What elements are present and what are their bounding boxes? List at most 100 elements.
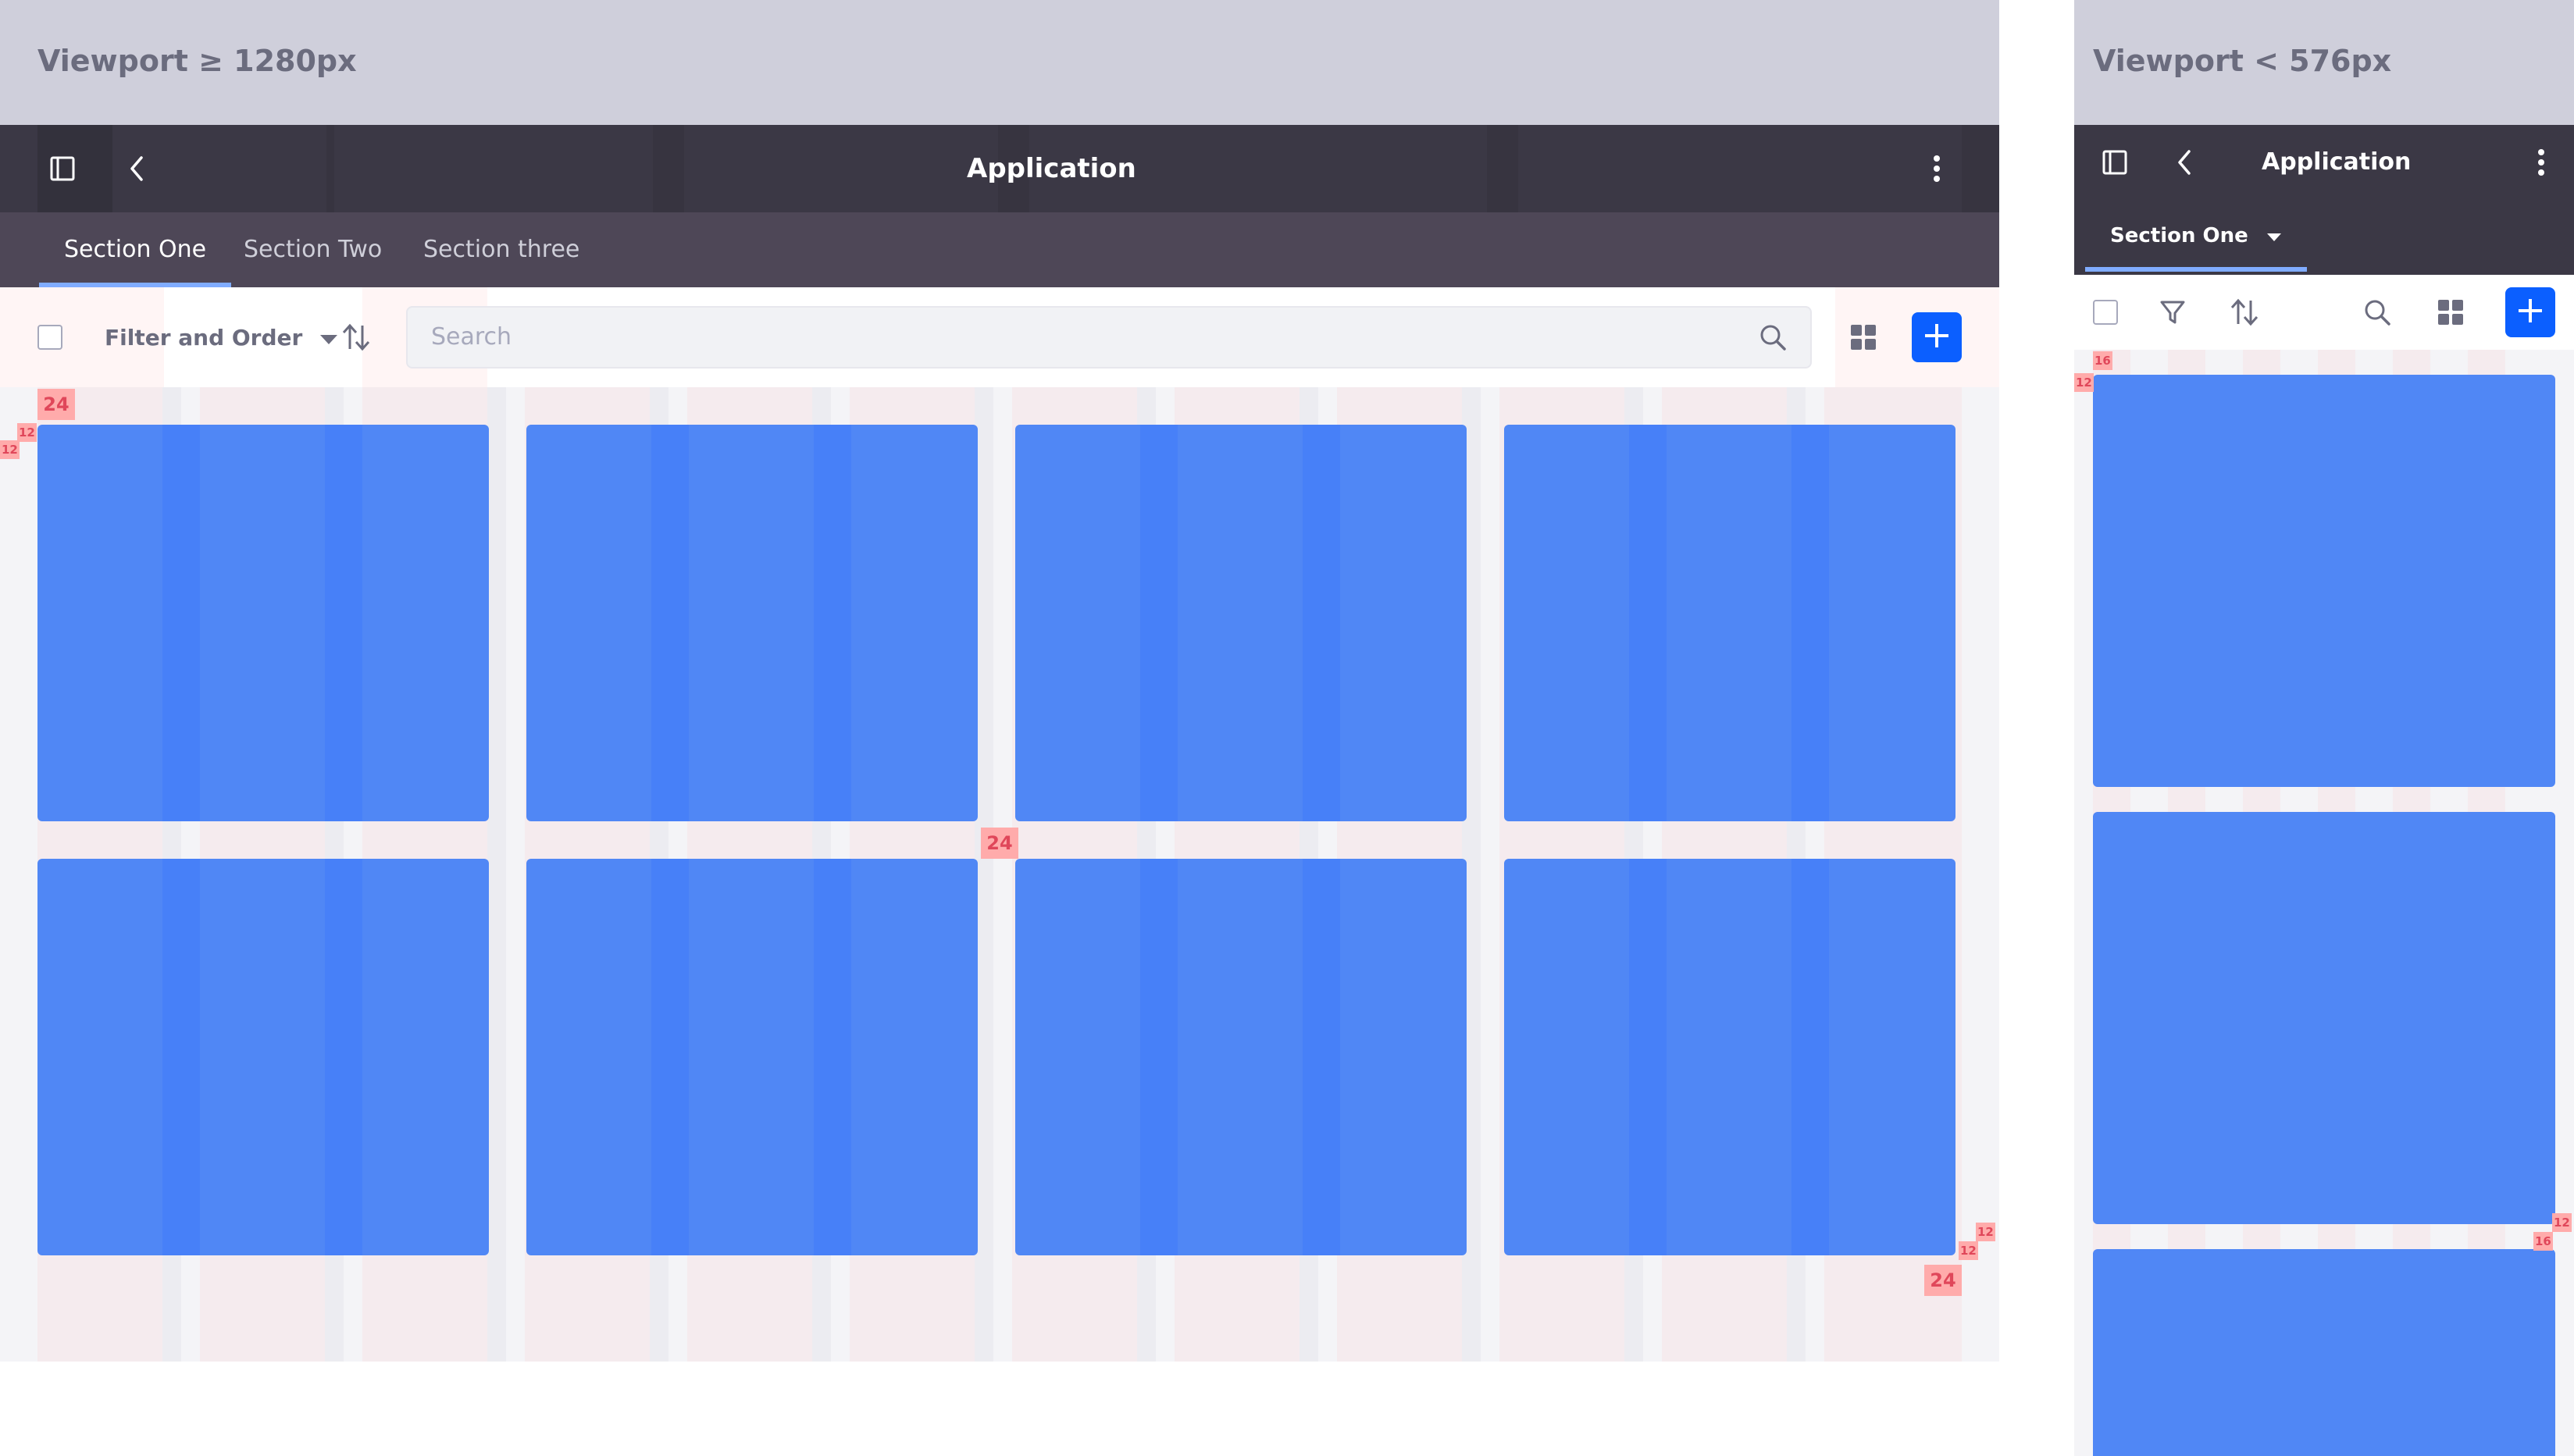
add-button[interactable]: [1912, 312, 1962, 362]
add-button[interactable]: [2505, 287, 2555, 337]
column-guide: [1487, 125, 1518, 212]
sort-button[interactable]: [334, 312, 378, 362]
card-item[interactable]: [1015, 859, 1467, 1255]
grid-view-icon: [1850, 324, 1877, 351]
column-guide: [814, 859, 851, 1255]
column-guide: [651, 859, 689, 1255]
column-guide: [1629, 859, 1667, 1255]
grid-view-button[interactable]: [1838, 312, 1888, 362]
spacing-annotation: 12: [2552, 1213, 2572, 1232]
column-guide: [1791, 425, 1829, 821]
app-title: Application: [967, 153, 1136, 184]
spacing-annotation: 12: [0, 440, 20, 459]
spacing-annotation: 16: [2533, 1232, 2553, 1251]
viewport-label-bar: Viewport ≥ 1280px: [0, 0, 1999, 125]
filter-and-order-label: Filter and Order: [105, 324, 303, 351]
card-item[interactable]: [2093, 375, 2555, 787]
column-guide: [326, 125, 334, 212]
back-button[interactable]: [116, 147, 159, 190]
more-options-button[interactable]: [2519, 141, 2563, 184]
viewport-label: Viewport ≥ 1280px: [37, 44, 357, 78]
search-box: [406, 306, 1812, 368]
sort-arrows-icon: [2229, 298, 2260, 326]
column-guide: [1629, 425, 1667, 821]
spacing-annotation: 12: [1959, 1241, 1978, 1260]
management-toolbar: Filter and Order: [0, 287, 1999, 387]
app-header: Application: [0, 125, 1999, 212]
card-grid: 24 12 12 24 12 12 24: [0, 387, 1999, 1362]
section-nav: Section One Section Two Section three: [0, 212, 1999, 287]
sort-arrows-icon: [340, 323, 372, 351]
column-guide: [162, 425, 200, 821]
sidebar-panel-icon: [2102, 149, 2128, 176]
chevron-left-icon: [126, 155, 149, 182]
filter-and-order-dropdown[interactable]: Filter and Order: [105, 312, 338, 362]
viewport-label: Viewport < 576px: [2093, 44, 2392, 78]
plus-icon: [1923, 322, 1951, 354]
search-icon: [2363, 298, 2391, 326]
card-item[interactable]: [2093, 812, 2555, 1224]
column-guide: [653, 125, 684, 212]
section-nav: Section One: [2074, 200, 2574, 275]
tab-section-three[interactable]: Section three: [423, 212, 579, 287]
spacing-annotation: 16: [2093, 351, 2112, 370]
spacing-annotation: 12: [17, 423, 37, 442]
chevron-left-icon: [2173, 149, 2197, 176]
sort-button[interactable]: [2223, 290, 2266, 334]
kebab-vertical-icon: [2537, 148, 2546, 176]
card-item[interactable]: [526, 859, 978, 1255]
management-toolbar: [2074, 275, 2574, 350]
tab-section-one[interactable]: Section One: [38, 212, 232, 287]
card-item[interactable]: [1504, 859, 1955, 1255]
app-title: Application: [2262, 148, 2412, 176]
caret-down-icon: [2266, 224, 2282, 247]
spacing-annotation: 12: [2074, 373, 2094, 392]
gutter-guide: [487, 387, 506, 1362]
column-guide: [162, 859, 200, 1255]
sidebar-panel-icon: [49, 155, 76, 182]
spacing-annotation: 24: [37, 389, 75, 420]
column-guide: [1303, 859, 1340, 1255]
column-guide: [651, 425, 689, 821]
card-list: 16 12 12 16: [2074, 350, 2574, 1456]
spacing-annotation: 24: [981, 828, 1018, 859]
card-item[interactable]: [37, 425, 489, 821]
column-guide: [1140, 425, 1178, 821]
kebab-vertical-icon: [1932, 155, 1941, 183]
back-button[interactable]: [2163, 141, 2207, 184]
column-guide: [1140, 859, 1178, 1255]
spacing-annotation: 12: [1976, 1223, 1995, 1241]
column-guide: [325, 859, 362, 1255]
column-guide: [814, 425, 851, 821]
select-all-checkbox[interactable]: [2093, 300, 2118, 325]
grid-view-icon: [2437, 299, 2464, 326]
card-item[interactable]: [1015, 425, 1467, 821]
more-options-button[interactable]: [1915, 147, 1959, 190]
card-item[interactable]: [2093, 1249, 2555, 1456]
grid-view-button[interactable]: [2429, 290, 2472, 334]
section-dropdown-label: Section One: [2110, 224, 2248, 247]
app-header: Application: [2074, 125, 2574, 200]
funnel-icon: [2159, 299, 2186, 326]
search-input[interactable]: [431, 308, 1681, 367]
search-button[interactable]: [2355, 290, 2399, 334]
card-item[interactable]: [526, 425, 978, 821]
column-guide: [1962, 125, 1999, 212]
plus-icon: [2516, 297, 2544, 329]
section-dropdown[interactable]: Section One: [2085, 200, 2307, 272]
search-icon: [1759, 323, 1787, 351]
column-guide: [1303, 425, 1340, 821]
tab-section-two[interactable]: Section Two: [244, 212, 382, 287]
sidebar-toggle-button[interactable]: [2093, 141, 2137, 184]
select-all-checkbox[interactable]: [37, 325, 62, 350]
sidebar-toggle-button[interactable]: [41, 147, 84, 190]
mobile-viewport-frame: Viewport < 576px Application Section One: [2074, 0, 2574, 1456]
desktop-viewport-frame: Viewport ≥ 1280px Application Section On…: [0, 0, 1999, 1456]
viewport-label-bar: Viewport < 576px: [2074, 0, 2574, 125]
search-submit-button[interactable]: [1751, 315, 1795, 359]
card-item[interactable]: [37, 859, 489, 1255]
spacing-annotation: 24: [1924, 1265, 1962, 1296]
card-item[interactable]: [1504, 425, 1955, 821]
filter-button[interactable]: [2151, 290, 2194, 334]
column-guide: [325, 425, 362, 821]
